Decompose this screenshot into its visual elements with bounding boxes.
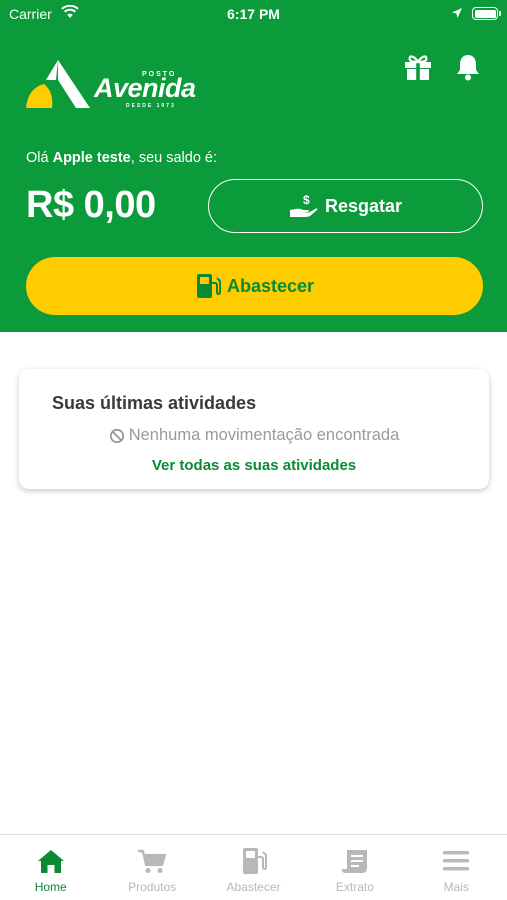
greeting-prefix: Olá	[26, 150, 53, 166]
posto-avenida-logo: POSTO Avenida DESDE 1973	[26, 58, 216, 110]
activities-card: Suas últimas atividades Nenhuma moviment…	[19, 369, 489, 489]
gift-icon	[405, 55, 431, 80]
tab-mais-label: Mais	[443, 880, 469, 894]
logo-mountain-icon	[26, 60, 90, 108]
clock: 6:17 PM	[227, 6, 280, 22]
cart-icon	[137, 847, 167, 875]
gift-button[interactable]	[401, 50, 435, 84]
app-screen: Carrier 6:17 PM POSTO Avenida DESDE 1973	[0, 0, 507, 900]
bell-icon	[457, 55, 479, 81]
fuel-button[interactable]: Abastecer	[26, 257, 483, 315]
tab-extrato[interactable]: Extrato	[304, 835, 405, 900]
empty-activities-text: Nenhuma movimentação encontrada	[128, 426, 400, 444]
receipt-icon	[341, 847, 369, 875]
fuel-pump-icon	[241, 847, 267, 875]
status-bar: Carrier 6:17 PM	[0, 0, 507, 28]
tab-home-label: Home	[34, 880, 67, 894]
greeting-suffix: , seu saldo é:	[130, 150, 218, 166]
logo-since: DESDE 1973	[126, 103, 176, 109]
tab-extrato-label: Extrato	[335, 880, 374, 894]
activities-title: Suas últimas atividades	[52, 393, 257, 413]
tab-home[interactable]: Home	[0, 835, 101, 900]
user-name: Apple teste	[52, 150, 131, 166]
tab-abastecer-label: Abastecer	[226, 880, 281, 894]
redeem-button[interactable]: $ Resgatar	[208, 179, 483, 233]
location-arrow-icon	[451, 6, 463, 24]
greeting-text: Olá Apple teste, seu saldo é:	[26, 150, 217, 166]
tab-produtos[interactable]: Produtos	[101, 835, 202, 900]
see-all-activities-link[interactable]: Ver todas as suas atividades	[19, 457, 489, 474]
home-icon	[37, 847, 65, 875]
fuel-label: Abastecer	[226, 275, 315, 296]
balance-amount: R$ 0,00	[26, 184, 156, 226]
tab-abastecer[interactable]: Abastecer	[203, 835, 304, 900]
header-panel: Carrier 6:17 PM POSTO Avenida DESDE 1973	[0, 0, 507, 332]
battery-icon	[472, 7, 501, 20]
notifications-button[interactable]	[451, 50, 485, 84]
redeem-label: Resgatar	[324, 195, 403, 216]
menu-icon	[443, 847, 470, 875]
hand-money-icon: $	[289, 193, 319, 219]
tab-produtos-label: Produtos	[128, 880, 177, 894]
logo-brand: Avenida	[94, 73, 196, 103]
fuel-pump-icon	[195, 273, 221, 299]
tab-bar: Home Produtos Abastecer Extrato Mais	[0, 834, 507, 900]
prohibited-icon	[109, 428, 125, 444]
empty-activities-message: Nenhuma movimentação encontrada	[19, 426, 489, 445]
tab-mais[interactable]: Mais	[406, 835, 507, 900]
svg-text:$: $	[303, 193, 310, 207]
